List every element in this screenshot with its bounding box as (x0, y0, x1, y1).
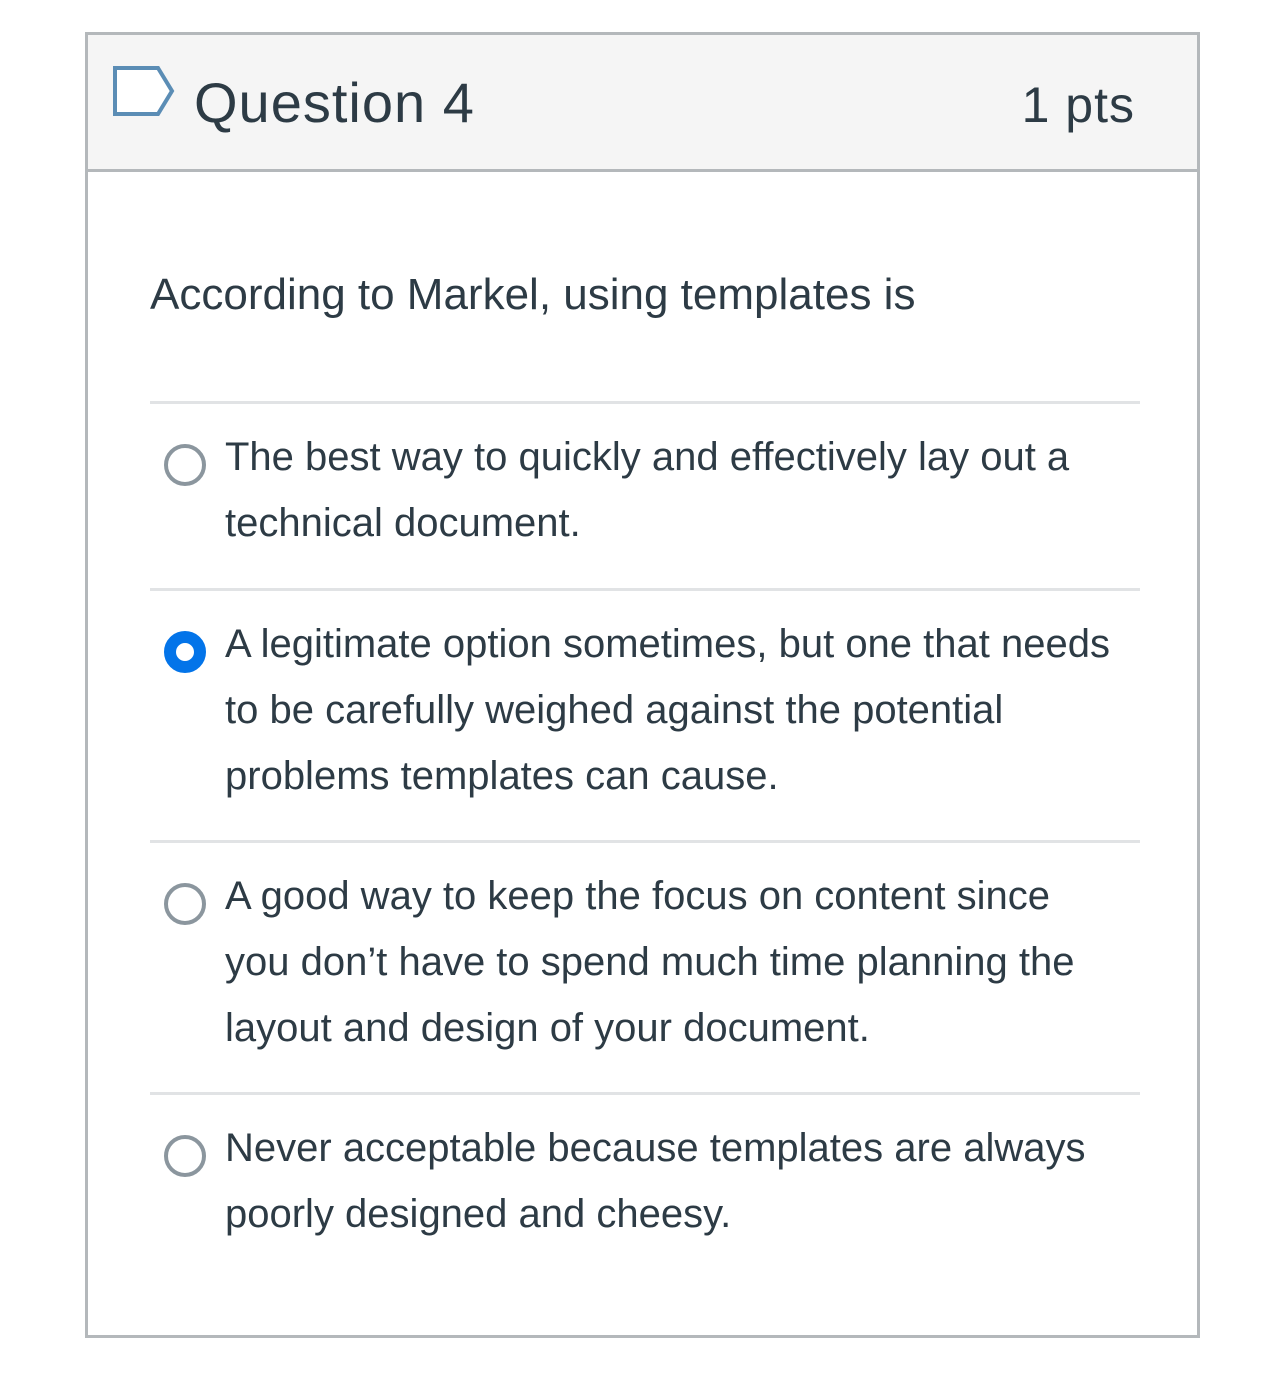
question-text: According to Markel, using templates is (150, 270, 916, 319)
question-header: Question 4 1 pts (88, 35, 1197, 172)
radio-button-selected[interactable] (164, 631, 206, 673)
answer-option[interactable]: The best way to quickly and effectively … (150, 401, 1140, 588)
answer-label: A legitimate option sometimes, but one t… (225, 622, 1110, 798)
flag-icon[interactable] (112, 65, 176, 117)
answer-label: A good way to keep the focus on content … (225, 874, 1075, 1050)
radio-button[interactable] (164, 1135, 206, 1177)
question-card: Question 4 1 pts According to Markel, us… (85, 32, 1200, 1338)
answer-option[interactable]: A legitimate option sometimes, but one t… (150, 588, 1140, 840)
answer-option[interactable]: Never acceptable because templates are a… (150, 1092, 1140, 1292)
question-title: Question 4 (194, 71, 475, 134)
answer-option[interactable]: A good way to keep the focus on content … (150, 840, 1140, 1092)
answer-label: Never acceptable because templates are a… (225, 1126, 1086, 1236)
radio-button[interactable] (164, 444, 206, 486)
answer-list: The best way to quickly and effectively … (150, 401, 1140, 1292)
answer-label: The best way to quickly and effectively … (225, 435, 1070, 545)
question-points: 1 pts (1021, 77, 1135, 133)
radio-button[interactable] (164, 883, 206, 925)
